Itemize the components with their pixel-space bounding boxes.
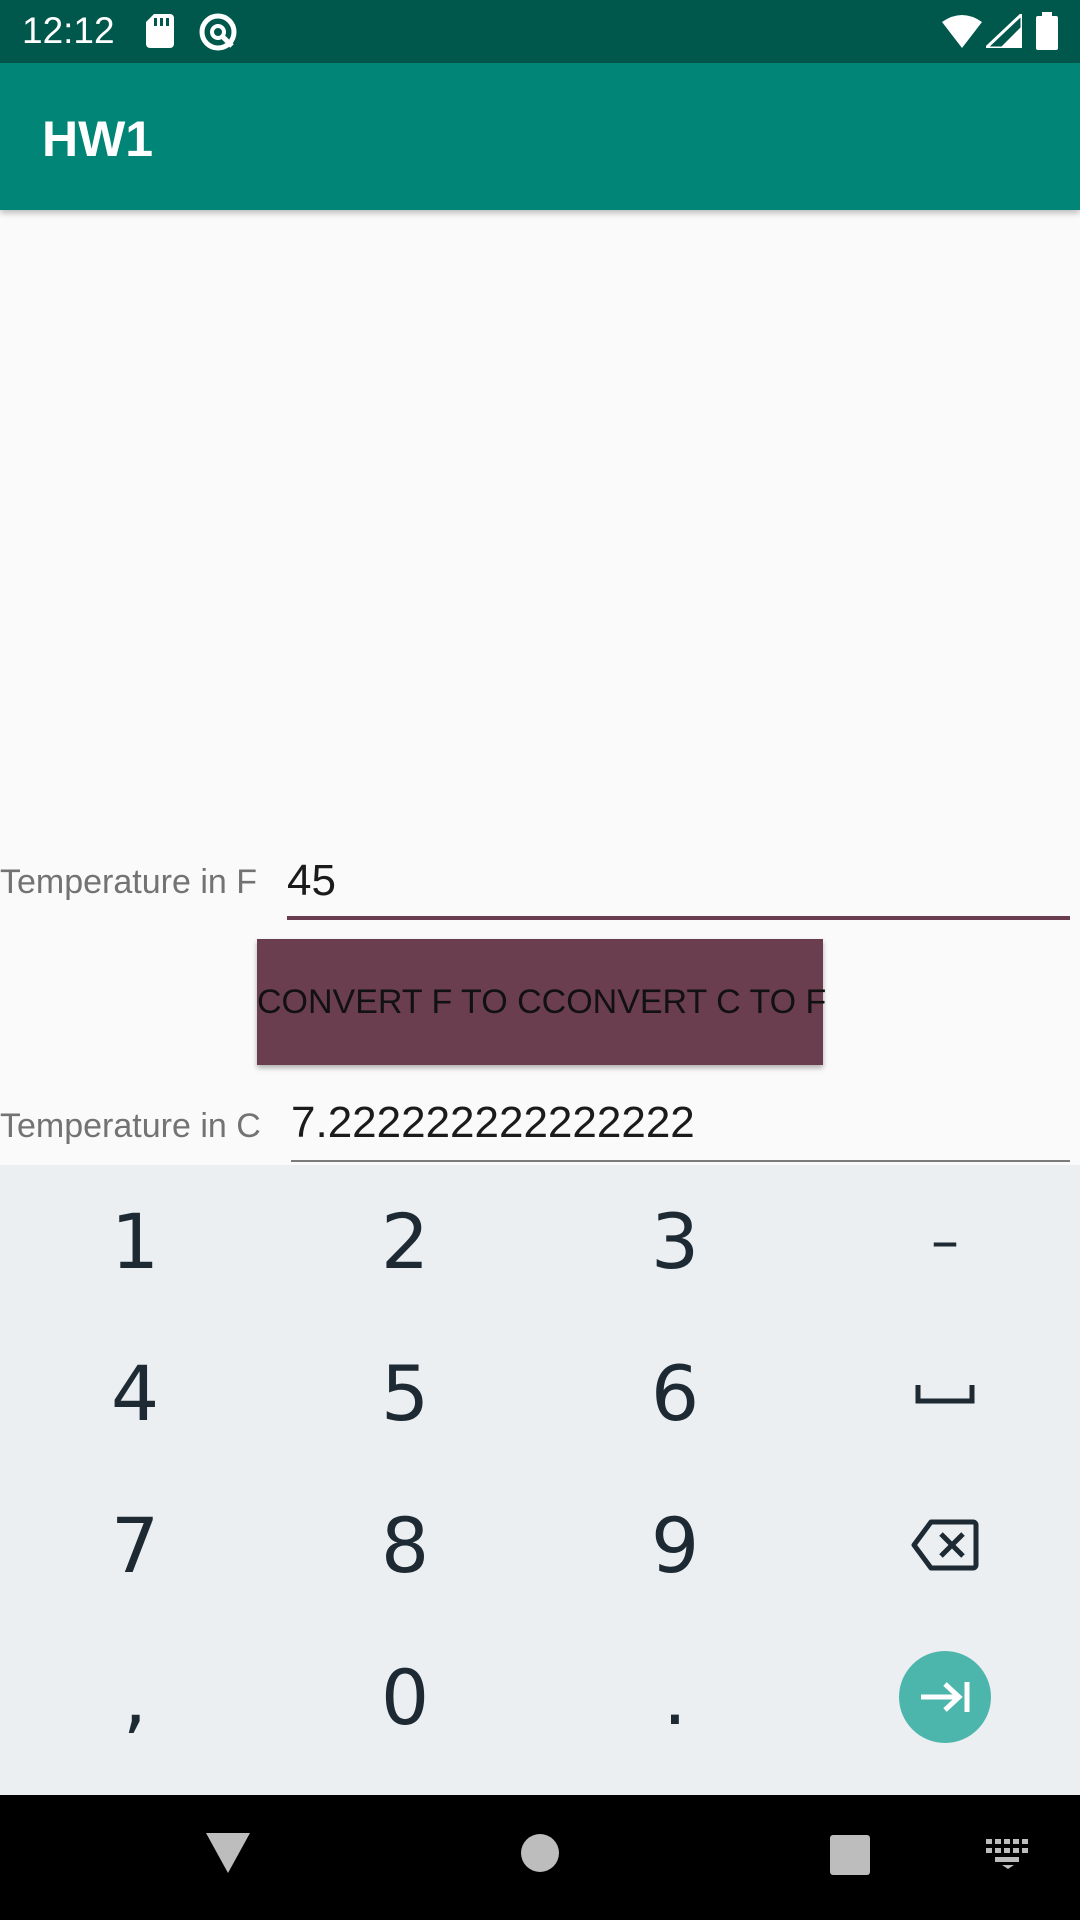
key-5[interactable]: 5	[270, 1317, 540, 1469]
key-period[interactable]: .	[540, 1621, 810, 1773]
back-icon[interactable]	[206, 1833, 250, 1873]
convert-button-label: CONVERT F TO CCONVERT C TO F	[257, 983, 827, 1021]
key-3[interactable]: 3	[540, 1165, 810, 1317]
numeric-keyboard: 1 2 3 – 4 5 6 7 8 9 , 0 .	[0, 1165, 1080, 1795]
space-icon	[915, 1385, 975, 1404]
app-title: HW1	[42, 111, 154, 167]
assistant-icon	[199, 13, 237, 51]
key-6[interactable]: 6	[540, 1317, 810, 1469]
minus-label: –	[931, 1208, 959, 1274]
home-icon[interactable]	[520, 1833, 560, 1873]
key-1[interactable]: 1	[0, 1165, 270, 1317]
fahrenheit-label: Temperature in F	[0, 863, 257, 901]
key-space[interactable]	[810, 1317, 1080, 1469]
signal-icon	[986, 14, 1022, 48]
fahrenheit-input[interactable]: 45	[287, 856, 1070, 920]
app-bar: HW1	[0, 63, 1080, 210]
battery-icon	[1036, 12, 1058, 50]
status-bar: 12:12	[0, 0, 1080, 63]
celsius-input[interactable]: 7.222222222222222	[291, 1098, 1070, 1162]
key-minus[interactable]: –	[810, 1165, 1080, 1317]
recents-icon[interactable]	[830, 1835, 870, 1875]
key-7[interactable]: 7	[0, 1469, 270, 1621]
celsius-label: Temperature in C	[0, 1107, 261, 1145]
backspace-icon	[911, 1519, 979, 1571]
wifi-icon	[942, 15, 982, 48]
status-time: 12:12	[22, 10, 115, 51]
convert-button[interactable]: CONVERT F TO CCONVERT C TO F	[257, 939, 827, 1065]
key-tab-next[interactable]	[810, 1621, 1080, 1773]
key-9[interactable]: 9	[540, 1469, 810, 1621]
navigation-bar	[0, 1795, 1080, 1920]
tab-next-icon	[921, 1682, 970, 1712]
keyboard-switch-icon[interactable]	[986, 1839, 1030, 1869]
key-8[interactable]: 8	[270, 1469, 540, 1621]
key-comma[interactable]: ,	[0, 1621, 270, 1773]
sd-card-icon	[146, 14, 174, 48]
key-4[interactable]: 4	[0, 1317, 270, 1469]
key-backspace[interactable]	[810, 1469, 1080, 1621]
key-2[interactable]: 2	[270, 1165, 540, 1317]
tab-next-button[interactable]	[899, 1651, 991, 1743]
key-0[interactable]: 0	[270, 1621, 540, 1773]
